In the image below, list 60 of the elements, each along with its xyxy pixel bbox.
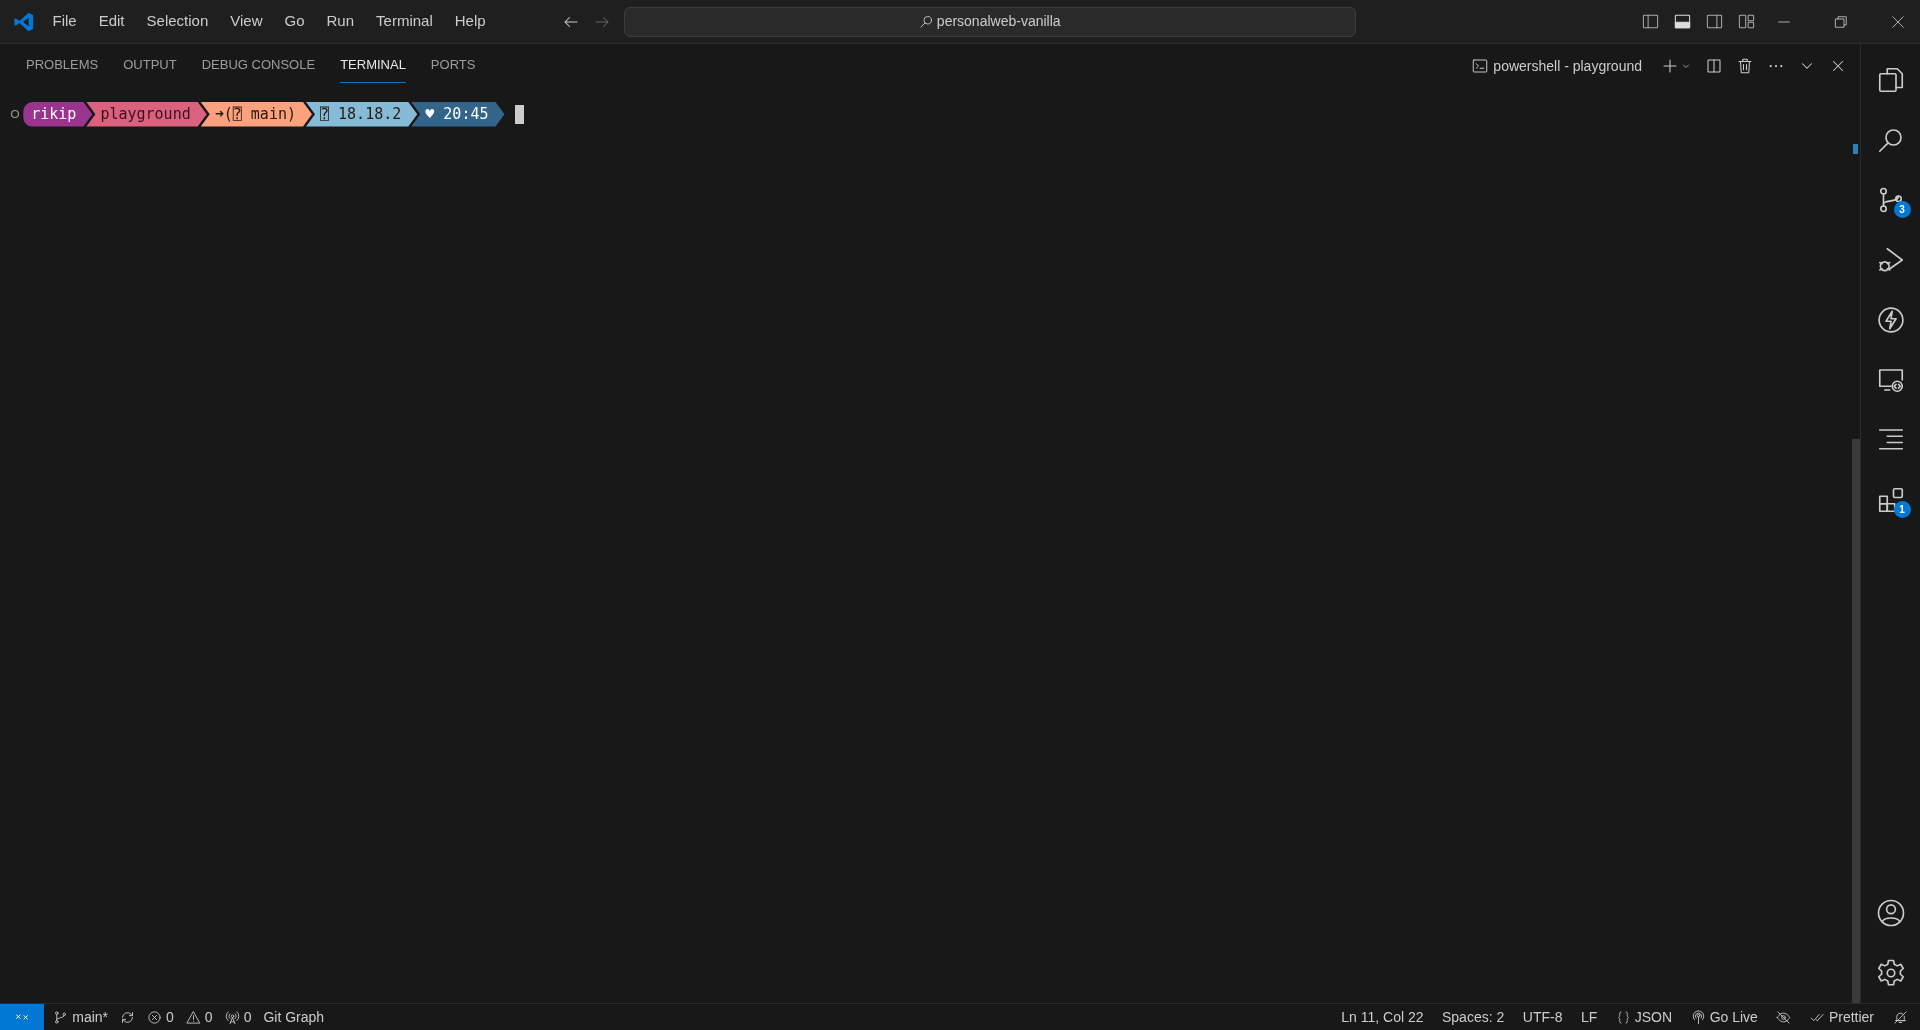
- sidebar-toggle-icon[interactable]: [1640, 12, 1660, 31]
- prompt-segment: rikip: [23, 102, 93, 127]
- menu-item[interactable]: File: [41, 7, 88, 36]
- status-item[interactable]: main*: [47, 1006, 115, 1028]
- warning-icon: [185, 1009, 201, 1025]
- braces-icon: [1615, 1009, 1631, 1025]
- remote-button[interactable]: [0, 1003, 44, 1030]
- status-item[interactable]: 0: [141, 1006, 180, 1028]
- panel-tab[interactable]: PORTS: [430, 49, 476, 83]
- status-item[interactable]: Ln 11, Col 22: [1335, 1006, 1430, 1028]
- terminal-selector[interactable]: powershell - playground: [1465, 55, 1648, 77]
- menu-item[interactable]: Terminal: [365, 7, 444, 36]
- status-item[interactable]: Prettier: [1803, 1006, 1880, 1028]
- status-item[interactable]: JSON: [1609, 1006, 1679, 1028]
- broadcast-icon: [1690, 1009, 1706, 1025]
- status-item[interactable]: Spaces: 2: [1436, 1006, 1511, 1028]
- lightning-icon: [1875, 305, 1906, 335]
- prompt-segment: ➜(⍰ main): [200, 102, 312, 127]
- error-icon: [147, 1009, 163, 1025]
- status-item[interactable]: 0: [179, 1006, 219, 1028]
- prompt-segment: ♥ 20:45: [411, 102, 505, 127]
- circle-icon: [10, 109, 20, 120]
- branch-icon: [53, 1009, 69, 1025]
- terminal-icon: [1471, 57, 1490, 75]
- menu-item[interactable]: Run: [315, 7, 366, 36]
- panel-tab[interactable]: DEBUG CONSOLE: [201, 49, 316, 83]
- menu-item[interactable]: Go: [273, 7, 316, 36]
- scrollbar-marker: [1853, 144, 1858, 154]
- activity-button[interactable]: 1: [1866, 476, 1915, 524]
- count-badge: 3: [1893, 201, 1911, 218]
- account-icon: [1875, 898, 1906, 928]
- prompt-segment: playground: [86, 102, 207, 127]
- split-icon[interactable]: [1705, 57, 1723, 75]
- status-item[interactable]: Go Live: [1684, 1006, 1764, 1028]
- plus-icon[interactable]: [1661, 57, 1679, 75]
- settings-icon: [1875, 958, 1906, 988]
- activity-button[interactable]: 3: [1866, 176, 1915, 224]
- prompt-segment: ⍰ 18.18.2: [306, 102, 418, 127]
- count-badge: 1: [1893, 501, 1911, 518]
- status-item[interactable]: 0: [218, 1006, 258, 1028]
- status-item[interactable]: LF: [1574, 1006, 1604, 1028]
- search-icon: [918, 14, 934, 29]
- menu-item[interactable]: Selection: [135, 7, 220, 36]
- logo-icon: [13, 10, 35, 33]
- menu-item[interactable]: Help: [443, 7, 497, 36]
- panel-tab[interactable]: OUTPUT: [123, 49, 177, 83]
- antenna-icon: [224, 1009, 240, 1025]
- status-item[interactable]: UTF-8: [1516, 1006, 1569, 1028]
- trash-icon[interactable]: [1736, 57, 1754, 75]
- panel-tab[interactable]: PROBLEMS: [26, 49, 99, 83]
- panel-toggle-icon[interactable]: [1672, 12, 1692, 31]
- layout-icon[interactable]: [1736, 12, 1756, 31]
- scrollbar-thumb[interactable]: [1852, 439, 1860, 1003]
- terminal-cursor: [514, 104, 524, 124]
- panel-tab[interactable]: TERMINAL: [340, 49, 406, 83]
- secondary-sidebar-icon[interactable]: [1704, 12, 1724, 31]
- menu-item[interactable]: Edit: [87, 7, 136, 36]
- command-center-search[interactable]: personalweb-vanilla: [623, 6, 1356, 37]
- menu-item[interactable]: View: [219, 7, 274, 36]
- status-item[interactable]: Git Graph: [257, 1006, 331, 1028]
